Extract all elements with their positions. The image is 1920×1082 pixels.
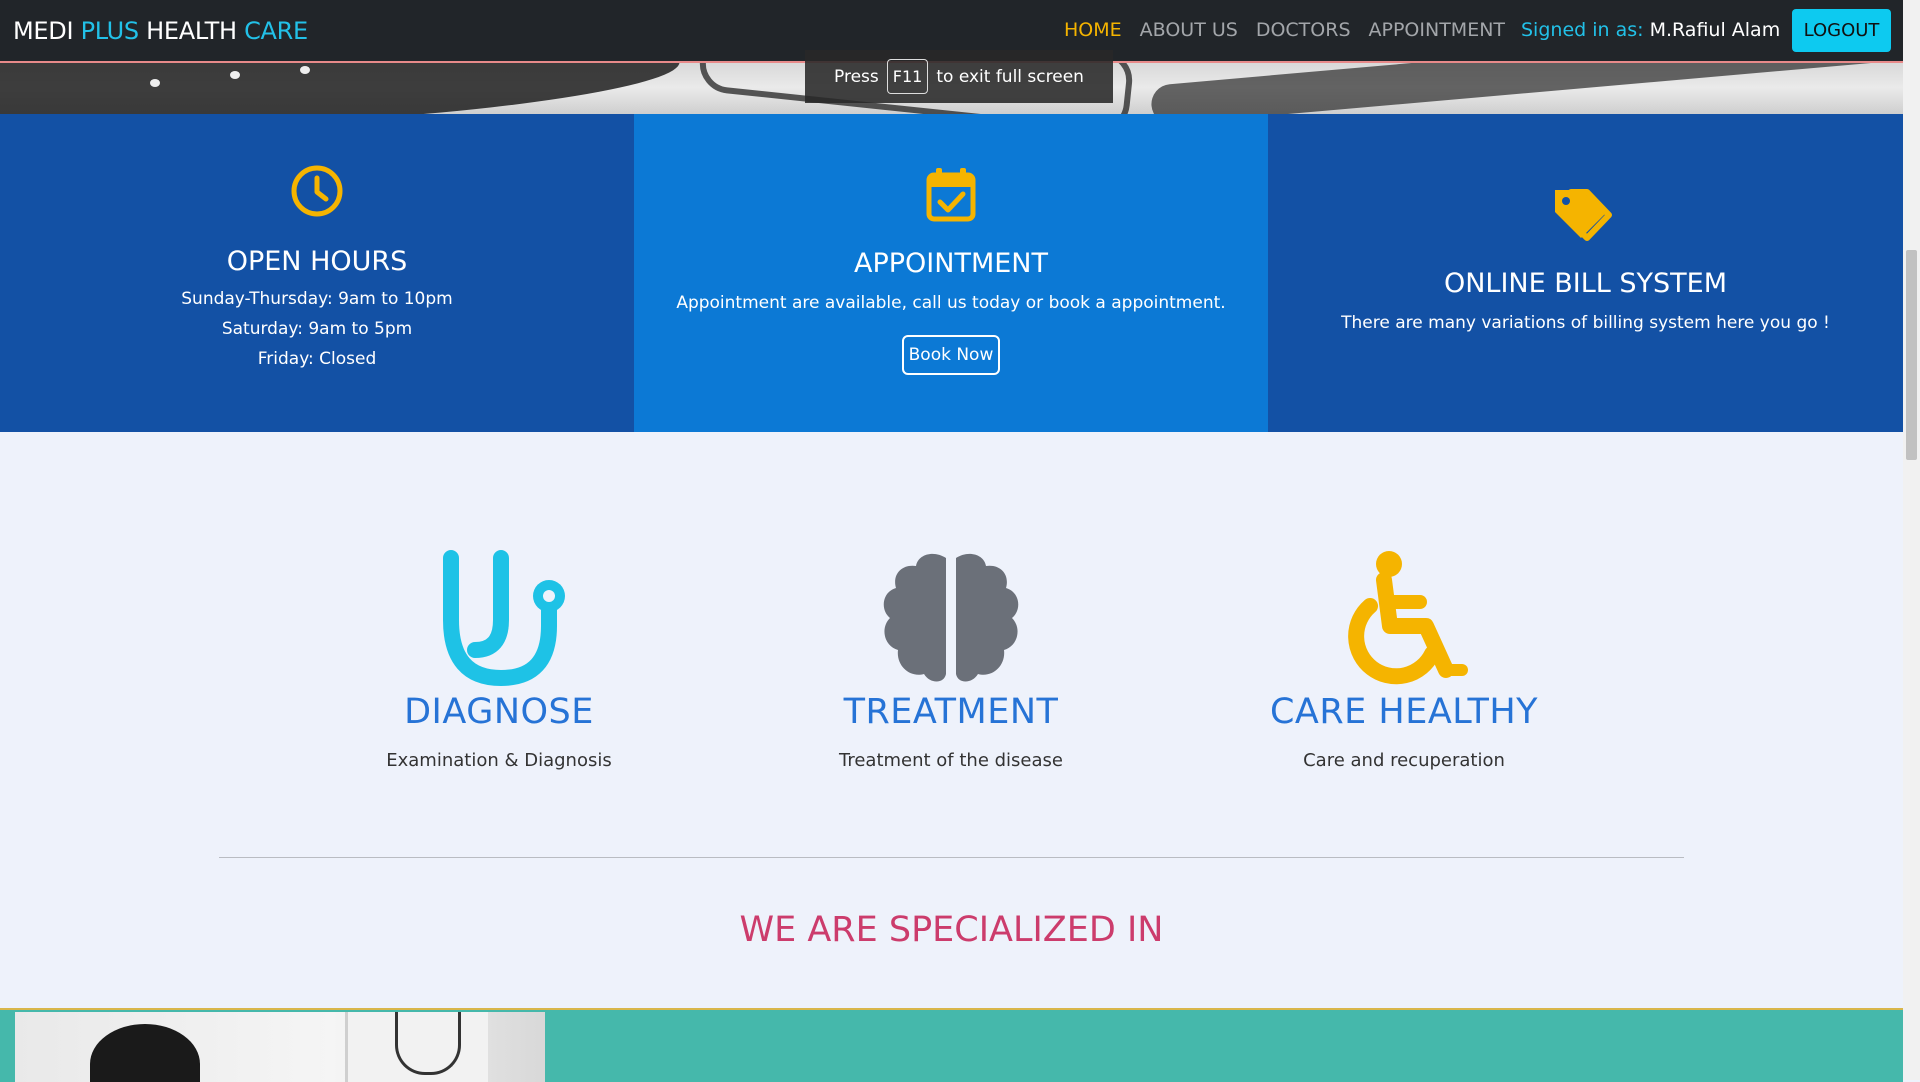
signed-in-status: Signed in as: M.Rafiul Alam <box>1521 19 1780 41</box>
signed-in-label: Signed in as: <box>1521 19 1644 41</box>
hero-image-detail <box>150 79 160 87</box>
service-treatment: TREATMENT Treatment of the disease <box>801 550 1101 771</box>
brand-logo[interactable]: MEDI PLUS HEALTH CARE <box>13 17 308 45</box>
scrollbar-thumb[interactable] <box>1906 250 1917 460</box>
specialized-section-band <box>0 1008 1903 1082</box>
service-title: DIAGNOSE <box>404 692 594 732</box>
wheelchair-icon <box>1348 551 1468 685</box>
service-diagnose: DIAGNOSE Examination & Diagnosis <box>349 550 649 771</box>
logout-button[interactable]: LOGOUT <box>1792 9 1891 52</box>
hero-image-detail <box>300 66 310 74</box>
nav-link-about-us[interactable]: ABOUT US <box>1140 19 1238 41</box>
section-divider <box>219 857 1684 858</box>
fullscreen-exit-notice: Press F11 to exit full screen <box>805 50 1113 103</box>
book-now-button[interactable]: Book Now <box>902 335 1000 375</box>
signed-in-user-name: M.Rafiul Alam <box>1649 19 1781 41</box>
service-description: Care and recuperation <box>1303 750 1505 771</box>
open-hours-line: Sunday-Thursday: 9am to 10pm <box>181 289 453 309</box>
brand-part-health: HEALTH <box>138 17 245 45</box>
specialized-heading: WE ARE SPECIALIZED IN <box>739 910 1164 950</box>
open-hours-line: Friday: Closed <box>257 349 377 369</box>
doctor-patient-photo <box>15 1012 545 1082</box>
nav-link-appointment[interactable]: APPOINTMENT <box>1369 19 1506 41</box>
service-care-healthy: CARE HEALTHY Care and recuperation <box>1254 550 1554 771</box>
service-title: TREATMENT <box>843 692 1059 732</box>
brand-part-plus: PLUS <box>80 17 140 45</box>
stethoscope-icon <box>443 550 565 686</box>
nav-links: HOME ABOUT US DOCTORS APPOINTMENT <box>1064 19 1505 41</box>
f11-key: F11 <box>886 59 929 94</box>
service-description: Examination & Diagnosis <box>386 750 612 771</box>
hero-image-pen <box>1149 61 1903 114</box>
online-bill-text: There are many variations of billing sys… <box>1341 313 1830 333</box>
nav-link-home[interactable]: HOME <box>1064 19 1122 41</box>
hero-image-keyboard <box>0 61 682 114</box>
service-description: Treatment of the disease <box>838 750 1063 771</box>
open-hours-box: OPEN HOURS Sunday-Thursday: 9am to 10pm … <box>0 114 634 432</box>
calendar-check-icon <box>926 168 976 222</box>
page-scrollbar[interactable] <box>1903 0 1920 1080</box>
appointment-box: APPOINTMENT Appointment are available, c… <box>634 114 1268 432</box>
online-bill-box: ONLINE BILL SYSTEM There are many variat… <box>1268 114 1903 432</box>
online-bill-title: ONLINE BILL SYSTEM <box>1443 268 1728 299</box>
tags-icon <box>1554 189 1612 241</box>
stethoscope-detail <box>395 1012 461 1075</box>
fullscreen-notice-prefix: Press <box>834 66 879 87</box>
appointment-text: Appointment are available, call us today… <box>676 293 1226 313</box>
hero-image-detail <box>230 71 240 79</box>
brain-icon <box>883 553 1019 682</box>
open-hours-line: Saturday: 9am to 5pm <box>221 319 413 339</box>
nav-link-doctors[interactable]: DOCTORS <box>1256 19 1351 41</box>
fullscreen-notice-suffix: to exit full screen <box>936 66 1084 87</box>
open-hours-title: OPEN HOURS <box>226 246 408 277</box>
brand-part-medi: MEDI <box>13 17 81 45</box>
service-title: CARE HEALTHY <box>1269 692 1539 732</box>
info-row: OPEN HOURS Sunday-Thursday: 9am to 10pm … <box>0 114 1903 432</box>
clock-icon <box>291 165 343 217</box>
patient-hair <box>90 1024 200 1082</box>
brand-part-care: CARE <box>244 17 308 45</box>
appointment-title: APPOINTMENT <box>854 248 1048 279</box>
